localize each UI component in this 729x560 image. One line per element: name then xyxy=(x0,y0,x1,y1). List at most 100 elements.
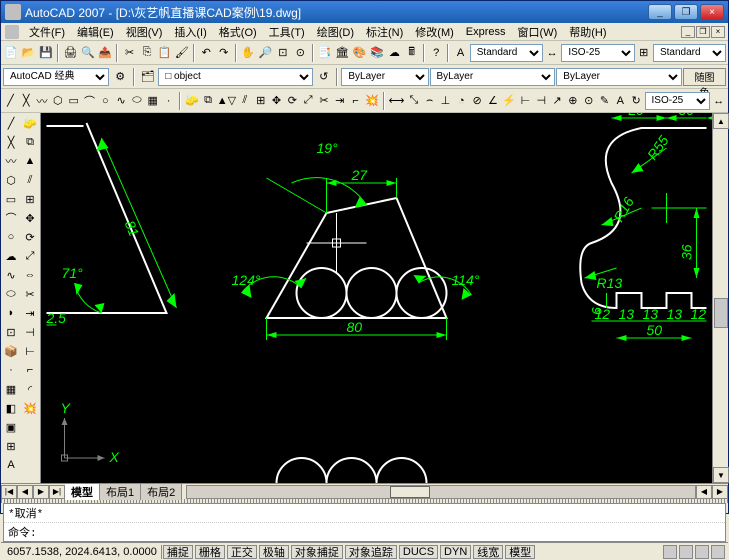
polygon-tool-icon[interactable]: ⬡ xyxy=(2,171,20,189)
ellipse-tool-icon[interactable]: ⬭ xyxy=(2,285,20,303)
offset-tool-icon[interactable]: ⫽ xyxy=(21,171,39,189)
dyn-toggle[interactable]: DYN xyxy=(440,545,471,559)
explode-icon[interactable]: 💥 xyxy=(364,91,380,111)
dim-quick-icon[interactable]: ⚡ xyxy=(501,91,517,111)
zoom-win-icon[interactable]: ⊡ xyxy=(275,43,291,63)
undo-icon[interactable]: ↶ xyxy=(198,43,214,63)
arc-icon[interactable]: ⌒ xyxy=(82,91,97,111)
menu-draw[interactable]: 绘图(D) xyxy=(311,23,360,41)
sheetset-icon[interactable]: 📚 xyxy=(369,43,385,63)
maximize-button[interactable]: ❐ xyxy=(674,4,698,20)
paste-icon[interactable]: 📋 xyxy=(156,43,172,63)
extend-tool-icon[interactable]: ⇥ xyxy=(21,304,39,322)
model-toggle[interactable]: 模型 xyxy=(505,545,535,559)
polar-toggle[interactable]: 极轴 xyxy=(259,545,289,559)
chamfer-tool-icon[interactable]: ⌐ xyxy=(21,361,39,379)
lineweight-dropdown[interactable]: ByLayer xyxy=(556,68,682,86)
array-tool-icon[interactable]: ⊞ xyxy=(21,190,39,208)
horizontal-scrollbar[interactable] xyxy=(186,485,696,499)
pan-icon[interactable]: ✋ xyxy=(240,43,256,63)
scroll-up-icon[interactable]: ▲ xyxy=(713,113,729,129)
dim-aligned-icon[interactable]: ⤡ xyxy=(406,91,421,111)
linetype-dropdown[interactable]: ByLayer xyxy=(430,68,556,86)
rotate-tool-icon[interactable]: ⟳ xyxy=(21,228,39,246)
otrack-toggle[interactable]: 对象追踪 xyxy=(345,545,397,559)
move-tool-icon[interactable]: ✥ xyxy=(21,209,39,227)
minimize-button[interactable]: _ xyxy=(648,4,672,20)
command-prompt[interactable]: 命令: xyxy=(4,523,725,541)
menu-help[interactable]: 帮助(H) xyxy=(563,23,612,41)
erase-icon[interactable]: 🧽 xyxy=(184,91,200,111)
properties-icon[interactable]: 📑 xyxy=(317,43,333,63)
ellipsearc-tool-icon[interactable]: ◗ xyxy=(2,304,20,322)
point-icon[interactable]: · xyxy=(161,91,176,111)
dim-ang-icon[interactable]: ∠ xyxy=(486,91,501,111)
trim-tool-icon[interactable]: ✂ xyxy=(21,285,39,303)
zoom-rt-icon[interactable]: 🔎 xyxy=(257,43,273,63)
markup-icon[interactable]: ☁ xyxy=(386,43,402,63)
matchprop-icon[interactable]: 🖌 xyxy=(174,43,190,63)
menu-edit[interactable]: 编辑(E) xyxy=(71,23,120,41)
scroll-down-icon[interactable]: ▼ xyxy=(713,467,729,483)
makeblock-tool-icon[interactable]: 📦 xyxy=(2,342,20,360)
color-dropdown[interactable]: ByLayer xyxy=(341,68,428,86)
vertical-scrollbar[interactable]: ▲ ▼ xyxy=(712,113,728,483)
tab-model[interactable]: 模型 xyxy=(65,484,100,500)
mdi-close[interactable]: × xyxy=(711,26,725,38)
dim-tedit-icon[interactable]: A xyxy=(613,91,628,111)
save-icon[interactable]: 💾 xyxy=(38,43,54,63)
snap-toggle[interactable]: 捕捉 xyxy=(163,545,193,559)
tablestyle-dropdown[interactable]: Standard xyxy=(653,44,726,62)
layer-mgr-icon[interactable]: 🗂 xyxy=(138,67,157,87)
bycolor-button[interactable]: 随图色 xyxy=(683,68,726,86)
pline-tool-icon[interactable]: 〰 xyxy=(2,152,20,170)
arc-tool-icon[interactable]: ⌒ xyxy=(2,209,20,227)
trim-icon[interactable]: ✂ xyxy=(317,91,332,111)
dim-cont-icon[interactable]: ⊣ xyxy=(534,91,549,111)
dim-style-dropdown[interactable]: ISO-25 xyxy=(645,92,711,110)
new-icon[interactable]: 📄 xyxy=(3,43,19,63)
hatch-tool-icon[interactable]: ▦ xyxy=(2,380,20,398)
tab-nav-prev[interactable]: ◀ xyxy=(17,485,33,499)
publish-icon[interactable]: 📤 xyxy=(97,43,113,63)
pline-icon[interactable]: 〰 xyxy=(35,91,50,111)
dim-arc-icon[interactable]: ⌢ xyxy=(422,91,437,111)
tab-nav-first[interactable]: |◀ xyxy=(1,485,17,499)
lwt-toggle[interactable]: 线宽 xyxy=(473,545,503,559)
hatch-icon[interactable]: ▦ xyxy=(145,91,160,111)
dim-linear-icon[interactable]: ⟷ xyxy=(388,91,406,111)
spline-icon[interactable]: ∿ xyxy=(114,91,129,111)
scale-tool-icon[interactable]: ⤢ xyxy=(21,247,39,265)
cut-icon[interactable]: ✂ xyxy=(121,43,137,63)
textstyle-icon[interactable]: A xyxy=(452,43,468,63)
revcloud-tool-icon[interactable]: ☁ xyxy=(2,247,20,265)
dimstyle-icon[interactable]: ↔ xyxy=(544,43,560,63)
close-button[interactable]: × xyxy=(700,4,724,20)
menu-file[interactable]: 文件(F) xyxy=(23,23,71,41)
menu-modify[interactable]: 修改(M) xyxy=(409,23,460,41)
menu-insert[interactable]: 插入(I) xyxy=(168,23,212,41)
scale-icon[interactable]: ⤢ xyxy=(301,91,316,111)
stretch-tool-icon[interactable]: ⇔ xyxy=(21,266,39,284)
join-tool-icon[interactable]: ⊢ xyxy=(21,342,39,360)
block-tool-icon[interactable]: ⊡ xyxy=(2,323,20,341)
open-icon[interactable]: 📂 xyxy=(20,43,36,63)
menu-express[interactable]: Express xyxy=(460,25,512,39)
table-tool-icon[interactable]: ⊞ xyxy=(2,437,20,455)
calc-icon[interactable]: 🖩 xyxy=(404,43,420,63)
menu-window[interactable]: 窗口(W) xyxy=(512,23,564,41)
dim-tol-icon[interactable]: ⊕ xyxy=(565,91,580,111)
dim-center-icon[interactable]: ⊙ xyxy=(581,91,596,111)
help-icon[interactable]: ? xyxy=(428,43,444,63)
mdi-restore[interactable]: ❐ xyxy=(696,26,710,38)
menu-tools[interactable]: 工具(T) xyxy=(263,23,311,41)
rect-tool-icon[interactable]: ▭ xyxy=(2,190,20,208)
circle-tool-icon[interactable]: ○ xyxy=(2,228,20,246)
scroll-thumb-h[interactable] xyxy=(390,486,430,498)
layer-dropdown[interactable]: □ object xyxy=(158,68,313,86)
offset-icon[interactable]: ⫽ xyxy=(237,91,252,111)
explode-tool-icon[interactable]: 💥 xyxy=(21,399,39,417)
tray-cleanscreen-icon[interactable] xyxy=(711,545,725,559)
grid-toggle[interactable]: 栅格 xyxy=(195,545,225,559)
dim-update-icon[interactable]: ↻ xyxy=(629,91,644,111)
